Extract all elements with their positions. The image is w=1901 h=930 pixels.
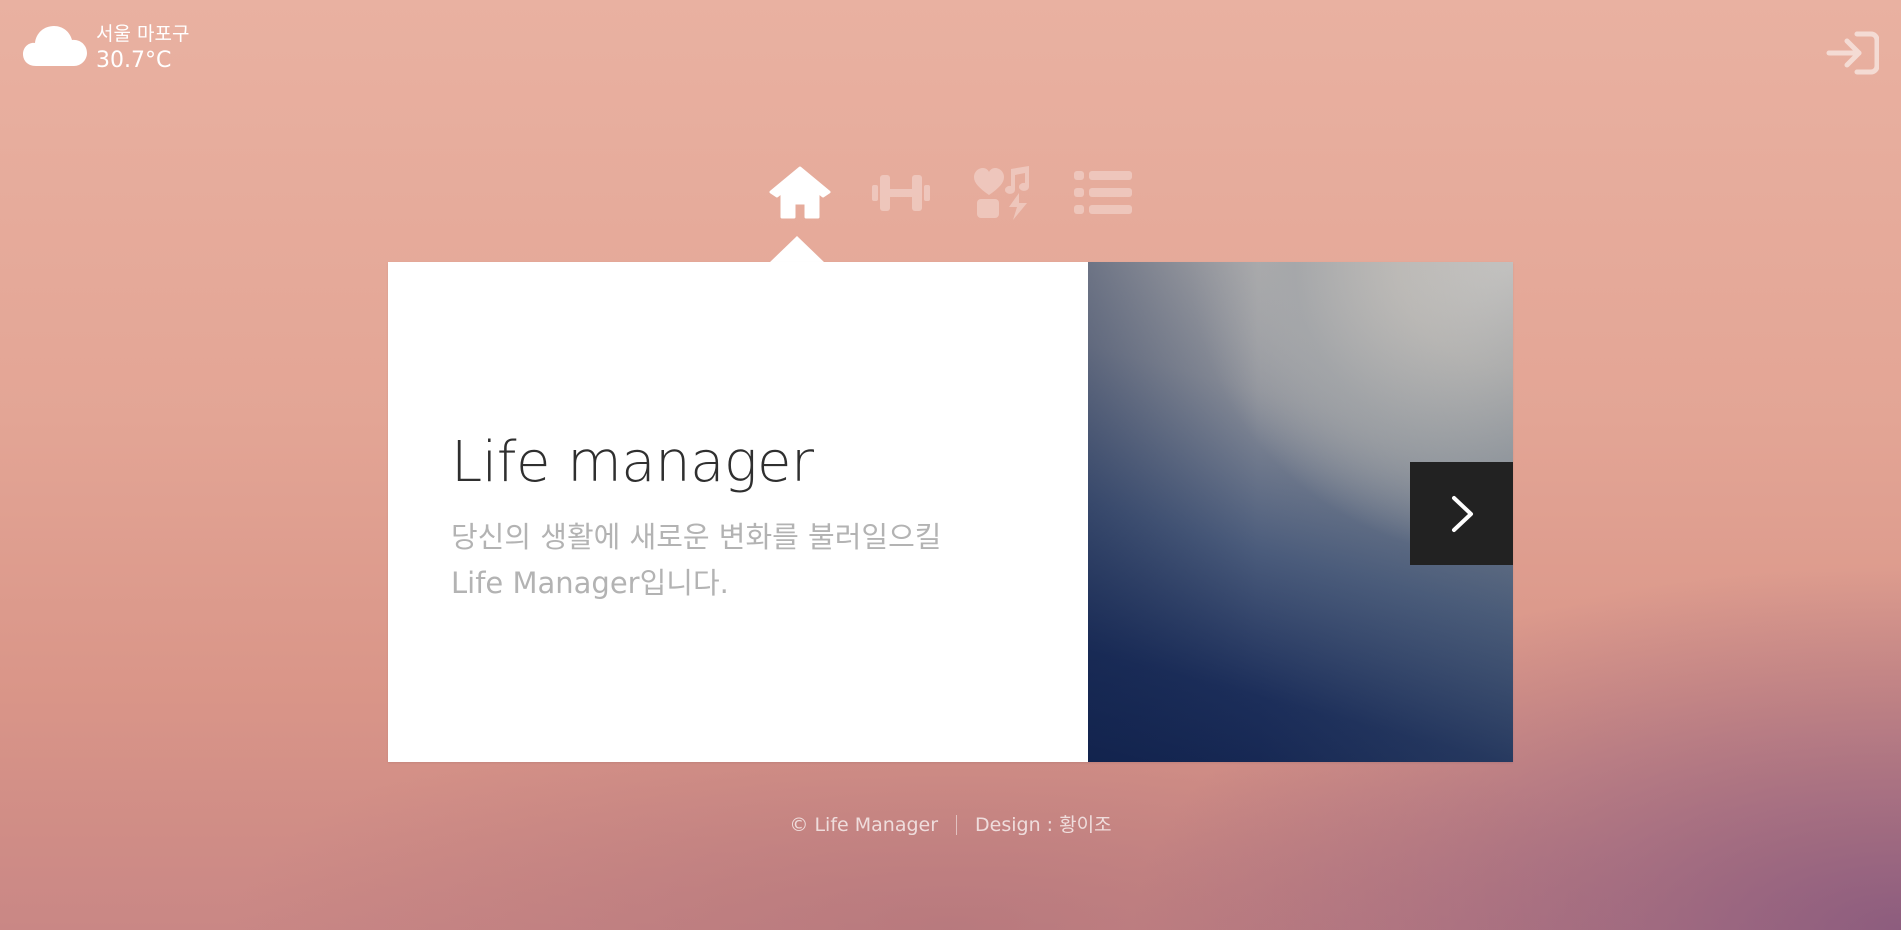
card-title: Life manager xyxy=(451,430,814,495)
card-description: 당신의 생활에 새로운 변화를 불러일으킬 Life Manager입니다. xyxy=(451,514,1051,606)
sign-in-icon[interactable] xyxy=(1825,30,1879,76)
list-icon xyxy=(1074,171,1132,214)
heart-music-icon xyxy=(974,166,1029,220)
footer-design-credit: Design : 황이조 xyxy=(975,814,1112,836)
next-slide-button[interactable] xyxy=(1410,462,1513,565)
dumbbell-icon xyxy=(872,175,930,211)
footer-divider xyxy=(956,815,958,835)
intro-card: Life manager 당신의 생활에 새로운 변화를 불러일으킬 Life … xyxy=(388,262,1513,762)
weather-widget: 서울 마포구 30.7°C xyxy=(22,20,189,72)
nav-item-hobby[interactable] xyxy=(969,165,1035,221)
weather-location: 서울 마포구 xyxy=(96,23,190,45)
intro-card-text-panel: Life manager 당신의 생활에 새로운 변화를 불러일으킬 Life … xyxy=(388,262,1088,762)
weather-temperature: 30.7°C xyxy=(96,48,172,73)
chevron-right-icon xyxy=(1451,495,1473,532)
footer: © Life Manager Design : 황이조 xyxy=(0,810,1901,837)
main-nav xyxy=(767,165,1136,221)
nav-item-list[interactable] xyxy=(1070,165,1136,221)
cloud-icon xyxy=(23,26,87,66)
nav-item-home[interactable] xyxy=(767,165,833,221)
nav-item-fitness[interactable] xyxy=(868,165,934,221)
intro-card-image xyxy=(1088,262,1513,762)
card-description-line-1: 당신의 생활에 새로운 변화를 불러일으킬 xyxy=(451,520,942,554)
footer-copyright: © Life Manager xyxy=(789,814,939,836)
home-icon xyxy=(769,166,831,219)
card-description-line-2: Life Manager입니다. xyxy=(451,566,729,600)
active-tab-pointer xyxy=(769,236,825,263)
